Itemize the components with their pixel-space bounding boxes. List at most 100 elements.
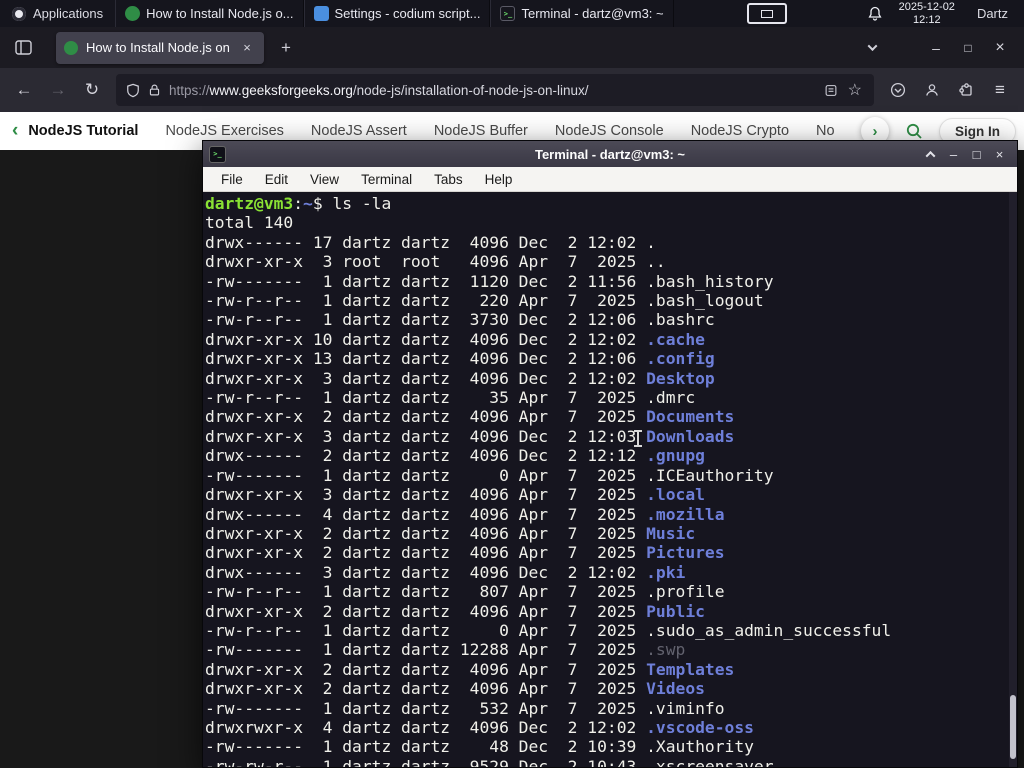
tray-window-icon[interactable] <box>746 3 787 24</box>
browser-tab[interactable]: How to Install Node.js on × <box>56 31 264 64</box>
entry-name: .dmrc <box>646 388 696 408</box>
terminal-titlebar[interactable]: >_ Terminal - dartz@vm3: ~ – □ × <box>203 141 1017 167</box>
entry-name: .vscode-oss <box>646 717 754 737</box>
notifications-bell-icon[interactable] <box>867 6 883 22</box>
nav-item-4[interactable]: NodeJS Buffer <box>434 123 528 139</box>
terminal-rollup-icon[interactable] <box>919 142 942 166</box>
nav-item-5[interactable]: NodeJS Console <box>555 123 664 139</box>
entry-meta: drwxr-xr-x 2 dartz dartz 4096 Apr 7 2025 <box>205 659 647 679</box>
terminal-entry: drwxr-xr-x 2 dartz dartz 4096 Apr 7 2025… <box>205 524 1017 543</box>
browser-nav-toolbar: ← → ↻ https://www.geeksforgeeks.org/node… <box>0 68 1024 112</box>
browser-close-button[interactable]: × <box>984 34 1016 62</box>
entry-name: .viminfo <box>646 698 725 718</box>
browser-restore-button[interactable]: □ <box>952 34 984 62</box>
url-bar[interactable]: https://www.geeksforgeeks.org/node-js/in… <box>116 74 874 106</box>
terminal-entry: -rw-r--r-- 1 dartz dartz 35 Apr 7 2025 .… <box>205 388 1017 407</box>
nav-item-1[interactable]: NodeJS Tutorial <box>28 123 138 139</box>
terminal-minimize-button[interactable]: – <box>942 142 965 166</box>
screen: Applications How to Install Node.js o...… <box>0 0 1024 768</box>
taskbar-item-label: How to Install Node.js o... <box>146 6 294 21</box>
entry-name: .bash_logout <box>646 291 764 311</box>
terminal-entry: -rw------- 1 dartz dartz 532 Apr 7 2025 … <box>205 699 1017 718</box>
entry-meta: -rw-rw-r-- 1 dartz dartz 9529 Dec 2 10:4… <box>205 756 647 767</box>
terminal-menu-edit[interactable]: Edit <box>255 170 298 189</box>
entry-meta: -rw-r--r-- 1 dartz dartz 0 Apr 7 2025 <box>205 620 647 640</box>
entry-name: .config <box>646 349 715 369</box>
terminal-entry: drwxr-xr-x 13 dartz dartz 4096 Dec 2 12:… <box>205 349 1017 368</box>
tracking-shield-icon[interactable] <box>126 83 140 98</box>
applications-menu[interactable]: Applications <box>0 0 115 27</box>
site-nav-items: NodeJS Tutorial NodeJS Exercises NodeJS As… <box>28 123 834 139</box>
terminal-entry: -rw------- 1 dartz dartz 48 Dec 2 10:39 … <box>205 737 1017 756</box>
terminal-close-button[interactable]: × <box>988 142 1011 166</box>
terminal-menu-view[interactable]: View <box>300 170 349 189</box>
taskbar-item-2[interactable]: Settings - codium script... <box>303 0 491 27</box>
terminal-entry: drwxrwxr-x 4 dartz dartz 4096 Dec 2 12:0… <box>205 718 1017 737</box>
list-all-tabs-icon[interactable] <box>858 34 886 62</box>
tab-title: How to Install Node.js on <box>86 40 230 55</box>
taskbar-item-3[interactable]: >_ Terminal - dartz@vm3: ~ <box>490 0 674 27</box>
terminal-entry: -rw-r--r-- 1 dartz dartz 0 Apr 7 2025 .s… <box>205 621 1017 640</box>
nav-item-2[interactable]: NodeJS Exercises <box>165 123 283 139</box>
prompt-colon: : <box>293 194 304 213</box>
terminal-menu-help[interactable]: Help <box>475 170 523 189</box>
reload-button[interactable]: ↻ <box>76 74 108 106</box>
site-search-icon[interactable] <box>905 122 923 140</box>
terminal-menu-file[interactable]: File <box>211 170 253 189</box>
new-tab-button[interactable]: + <box>272 34 300 62</box>
entry-meta: drwxr-xr-x 3 dartz dartz 4096 Dec 2 12:0… <box>205 368 647 388</box>
firefox-view-icon[interactable] <box>8 34 38 62</box>
terminal-scrollbar[interactable] <box>1009 192 1017 767</box>
entry-name: Public <box>646 601 705 621</box>
terminal-window: >_ Terminal - dartz@vm3: ~ – □ × File Edi… <box>202 140 1018 768</box>
entry-meta: drwxr-xr-x 2 dartz dartz 4096 Apr 7 2025 <box>205 543 647 563</box>
terminal-entry: drwx------ 3 dartz dartz 4096 Dec 2 12:0… <box>205 563 1017 582</box>
hamburger-menu-icon[interactable]: ≡ <box>984 74 1016 106</box>
padlock-icon[interactable] <box>148 83 161 97</box>
bookmark-star-icon[interactable]: ☆ <box>846 80 864 100</box>
nav-item-7[interactable]: NodeJS DNS <box>816 123 834 139</box>
entry-name: .sudo_as_admin_successful <box>646 620 892 640</box>
entry-meta: -rw------- 1 dartz dartz 1120 Dec 2 11:5… <box>205 271 647 291</box>
terminal-maximize-button[interactable]: □ <box>965 142 988 166</box>
top-panel: Applications How to Install Node.js o...… <box>0 0 1024 27</box>
terminal-menu-terminal[interactable]: Terminal <box>351 170 422 189</box>
entry-meta: -rw------- 1 dartz dartz 532 Apr 7 2025 <box>205 698 647 718</box>
nav-item-3[interactable]: NodeJS Assert <box>311 123 407 139</box>
entry-meta: -rw-r--r-- 1 dartz dartz 35 Apr 7 2025 <box>205 388 647 408</box>
entry-name: .ICEauthority <box>646 465 774 485</box>
taskbar-item-1[interactable]: How to Install Node.js o... <box>115 0 304 27</box>
tab-close-icon[interactable]: × <box>238 39 256 57</box>
entry-name: Templates <box>646 659 735 679</box>
entry-name: .bash_history <box>646 271 774 291</box>
tab-favicon-icon <box>64 40 78 55</box>
back-button[interactable]: ← <box>8 74 40 106</box>
url-text: https://www.geeksforgeeks.org/node-js/in… <box>169 83 816 98</box>
reader-mode-icon[interactable] <box>824 84 838 97</box>
nav-scroll-left-icon[interactable]: ‹ <box>12 120 18 142</box>
terminal-menu-tabs[interactable]: Tabs <box>424 170 473 189</box>
terminal-entry: drwxr-xr-x 3 dartz dartz 4096 Dec 2 12:0… <box>205 369 1017 388</box>
account-icon[interactable] <box>916 74 948 106</box>
entry-meta: -rw------- 1 dartz dartz 0 Apr 7 2025 <box>205 465 647 485</box>
extensions-puzzle-icon[interactable] <box>950 74 982 106</box>
user-menu[interactable]: Dartz <box>971 6 1014 21</box>
terminal-entry: drwxr-xr-x 2 dartz dartz 4096 Apr 7 2025… <box>205 407 1017 426</box>
terminal-entry: drwxr-xr-x 2 dartz dartz 4096 Apr 7 2025… <box>205 602 1017 621</box>
entry-name: Downloads <box>646 426 735 446</box>
browser-window-controls: – □ × <box>920 34 1016 62</box>
terminal-output: dartz@vm3:~$ ls -la total 140 drwx------ 1… <box>203 192 1017 767</box>
forward-button[interactable]: → <box>42 74 74 106</box>
browser-minimize-button[interactable]: – <box>920 34 952 62</box>
pocket-icon[interactable] <box>882 74 914 106</box>
clock[interactable]: 2025-12-02 12:12 <box>899 1 955 26</box>
entry-meta: drwxrwxr-x 4 dartz dartz 4096 Dec 2 12:0… <box>205 717 647 737</box>
terminal-app-icon: >_ <box>209 145 226 163</box>
entry-name: .mozilla <box>646 504 725 524</box>
terminal-scrollbar-thumb[interactable] <box>1010 695 1016 759</box>
entry-meta: drwxr-xr-x 13 dartz dartz 4096 Dec 2 12:… <box>205 349 647 369</box>
terminal-entry: -rw------- 1 dartz dartz 0 Apr 7 2025 .I… <box>205 466 1017 485</box>
entry-name: Documents <box>646 407 735 427</box>
nav-item-6[interactable]: NodeJS Crypto <box>691 123 789 139</box>
entry-meta: drwx------ 17 dartz dartz 4096 Dec 2 12:… <box>205 232 647 252</box>
